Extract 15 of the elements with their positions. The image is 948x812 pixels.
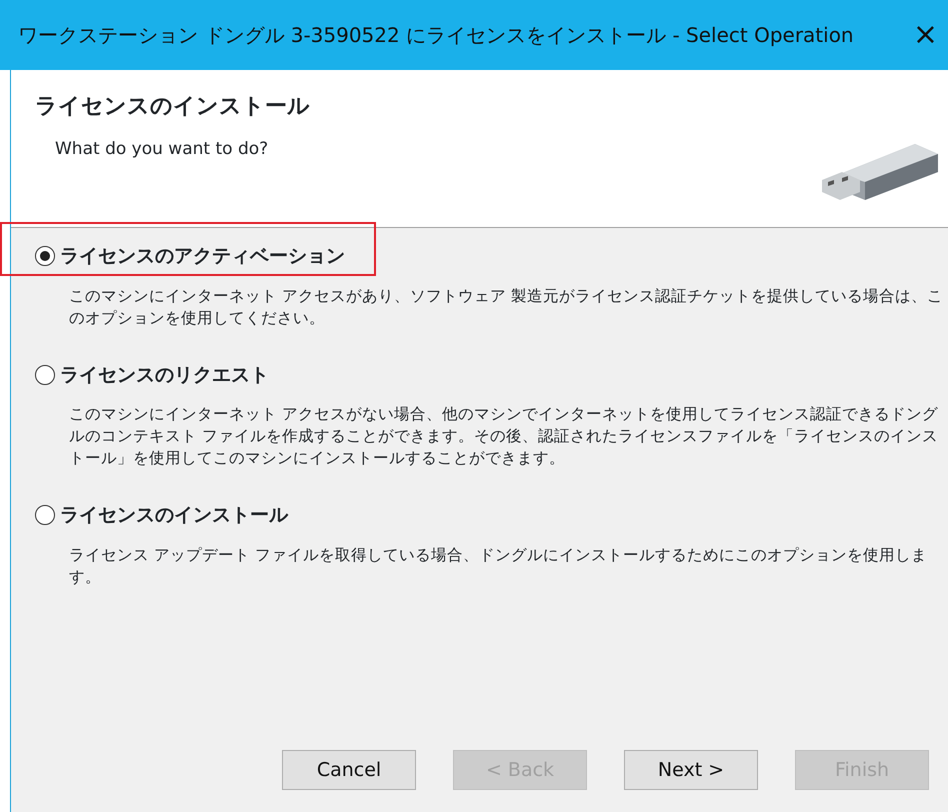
radio-button[interactable] [35, 246, 55, 266]
radio-button[interactable] [35, 505, 55, 526]
radio-button[interactable] [35, 364, 55, 385]
option-label[interactable]: ライセンスのアクティベーション [60, 242, 345, 270]
option-label[interactable]: ライセンスのリクエスト [60, 360, 269, 389]
option-description: このマシンにインターネット アクセスがあり、ソフトウェア 製造元がライセンス認証チケットを提供している場合は、このオプションを使用してください。 [69, 286, 944, 328]
header-subtitle: What do you want to do? [55, 138, 270, 161]
option-label[interactable]: ライセンスのインストール [60, 501, 288, 530]
header-title: ライセンスのインストール [35, 93, 310, 121]
dialog-button[interactable]: Cancel [282, 750, 416, 790]
option-description: ライセンス アップデート ファイルを取得している場合、ドングルにインストールするためにこのオプションを使用します。 [69, 544, 928, 588]
window-title: ワークステーション ドングル 3-3590522 にライセンスをインストール - Select Operation [18, 22, 854, 49]
dialog-button[interactable]: Next > [624, 750, 758, 790]
option-description: このマシンにインターネット アクセスがない場合、他のマシンでインターネットを使用してライセンス認証できるドングルのコンテキスト ファイルを作成することができます。その後、認証されたライセンスファイルを「ライセンスのインストール」を使用してこのマシンにインストールすることができます。 [69, 404, 939, 469]
close-button[interactable]: × [902, 20, 948, 50]
